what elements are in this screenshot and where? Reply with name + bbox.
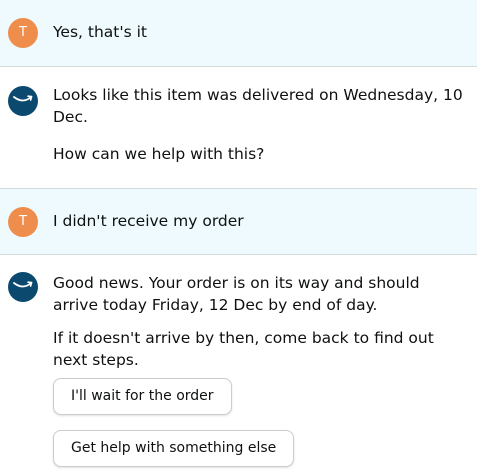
get-help-button[interactable]: Get help with something else [53,430,295,467]
amazon-smile-icon [8,272,38,302]
bot-message: Good news. Your order is on its way and … [0,255,477,471]
wait-for-order-button[interactable]: I'll wait for the order [53,378,232,415]
message-text: Looks like this item was delivered on We… [53,86,463,126]
message-text: Good news. Your order is on its way and … [53,274,420,314]
user-message: T Yes, that's it [0,0,477,66]
amazon-smile-icon [8,86,38,116]
message-text: If it doesn't arrive by then, come back … [53,329,434,369]
bot-message: Looks like this item was delivered on We… [0,67,477,188]
user-avatar: T [8,18,38,48]
message-text: I didn't receive my order [53,212,244,230]
user-message: T I didn't receive my order [0,189,477,254]
user-avatar: T [8,207,38,237]
message-text: Yes, that's it [53,23,147,41]
message-text: How can we help with this? [53,145,265,163]
